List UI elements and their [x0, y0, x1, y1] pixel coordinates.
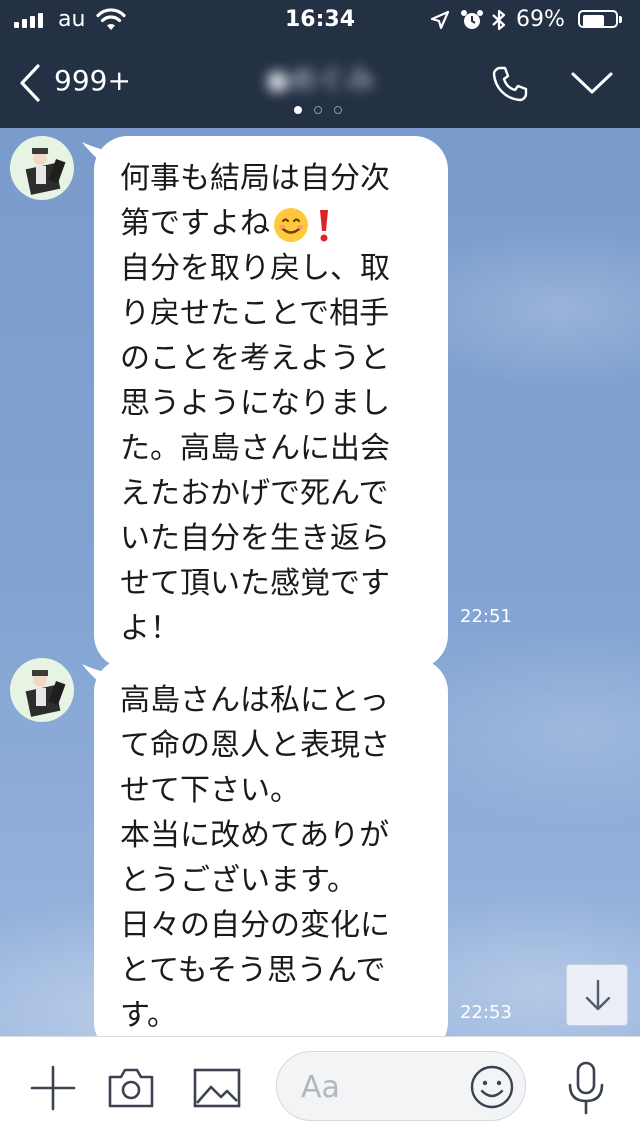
message-timestamp: 22:53	[460, 1002, 512, 1023]
message-line: いた自分を生き返ら	[120, 521, 390, 556]
message-line: 第ですよね	[120, 201, 422, 246]
image-icon	[193, 1068, 241, 1108]
red-exclamation-emoji-icon	[320, 209, 328, 241]
message-line: 自分を取り戻し、取	[120, 251, 390, 286]
message-line: 何事も結局は自分次	[120, 161, 390, 196]
message-bubble[interactable]: 何事も結局は自分次 第ですよね 自分を取り戻し、取 り戻せたことで相手 のことを…	[82, 136, 448, 669]
alarm-icon	[461, 10, 483, 29]
smiling-face-emoji-icon	[274, 207, 308, 242]
message-line: す。	[120, 998, 177, 1033]
scroll-to-bottom-button[interactable]	[566, 964, 628, 1026]
message-timestamp: 22:51	[460, 606, 512, 627]
camera-icon	[108, 1068, 154, 1108]
message-line: 日々の自分の変化に	[120, 908, 390, 943]
plus-button[interactable]	[30, 1065, 76, 1111]
microphone-button[interactable]	[566, 1061, 606, 1115]
call-button[interactable]	[490, 64, 530, 104]
bubble-tail	[82, 664, 104, 686]
page-dot	[334, 106, 342, 114]
page-dot-active	[294, 106, 302, 114]
message-line: とてもそう思うんで	[120, 953, 386, 988]
page-indicator	[294, 106, 354, 116]
contact-avatar[interactable]	[10, 658, 74, 722]
bubble-tail	[82, 142, 104, 164]
message-line: て命の恩人と表現さ	[120, 728, 390, 763]
unread-count: 999+	[54, 64, 131, 97]
message-input-container	[276, 1051, 526, 1121]
message-line-text: 第ですよね	[120, 206, 270, 241]
message-line: えたおかげで死んで	[120, 476, 389, 511]
chevron-down-icon	[571, 72, 613, 94]
message-bubble[interactable]: 高島さんは私にとっ て命の恩人と表現さ せて下さい。 本当に改めてありが とうご…	[82, 658, 448, 1036]
page-dot	[314, 106, 322, 114]
message-line: とうございます。	[120, 863, 357, 898]
plus-icon	[30, 1065, 76, 1111]
back-chevron-icon	[20, 64, 40, 102]
input-bar	[0, 1036, 640, 1137]
image-button[interactable]	[192, 1065, 242, 1111]
message-line: のことを考えようと	[120, 341, 390, 376]
message-line: 高島さんは私にとっ	[120, 683, 390, 718]
battery-icon	[578, 10, 624, 30]
contact-name[interactable]: ●めぐみ	[250, 58, 390, 98]
message-line: た。高島さんに出会	[120, 431, 390, 466]
chat-area[interactable]: 何事も結局は自分次 第ですよね 自分を取り戻し、取 り戻せたことで相手 のことを…	[0, 128, 640, 1036]
back-button[interactable]: 999+	[18, 60, 148, 104]
arrow-down-icon	[585, 979, 611, 1011]
emoji-button[interactable]	[469, 1064, 515, 1110]
message-line: せて頂いた感覚です	[120, 566, 390, 601]
message-line: よ！	[120, 611, 180, 646]
contact-avatar[interactable]	[10, 136, 74, 200]
chat-header: 999+ ●めぐみ	[0, 40, 640, 128]
message-line: せて下さい。	[120, 773, 300, 808]
phone-icon	[492, 66, 528, 102]
status-bar: au 16:34 69%	[0, 0, 640, 40]
bluetooth-icon	[492, 9, 506, 31]
message-input[interactable]	[299, 1064, 463, 1110]
microphone-icon	[568, 1061, 604, 1115]
message-line: 思うようになりまし	[120, 386, 390, 421]
emoji-icon	[470, 1065, 514, 1109]
location-arrow-icon	[430, 10, 450, 30]
message-line: 本当に改めてありが	[120, 818, 390, 853]
message-line: り戻せたことで相手	[120, 296, 390, 331]
menu-toggle-button[interactable]	[570, 70, 614, 100]
camera-button[interactable]	[106, 1065, 156, 1111]
battery-percent: 69%	[516, 7, 565, 32]
